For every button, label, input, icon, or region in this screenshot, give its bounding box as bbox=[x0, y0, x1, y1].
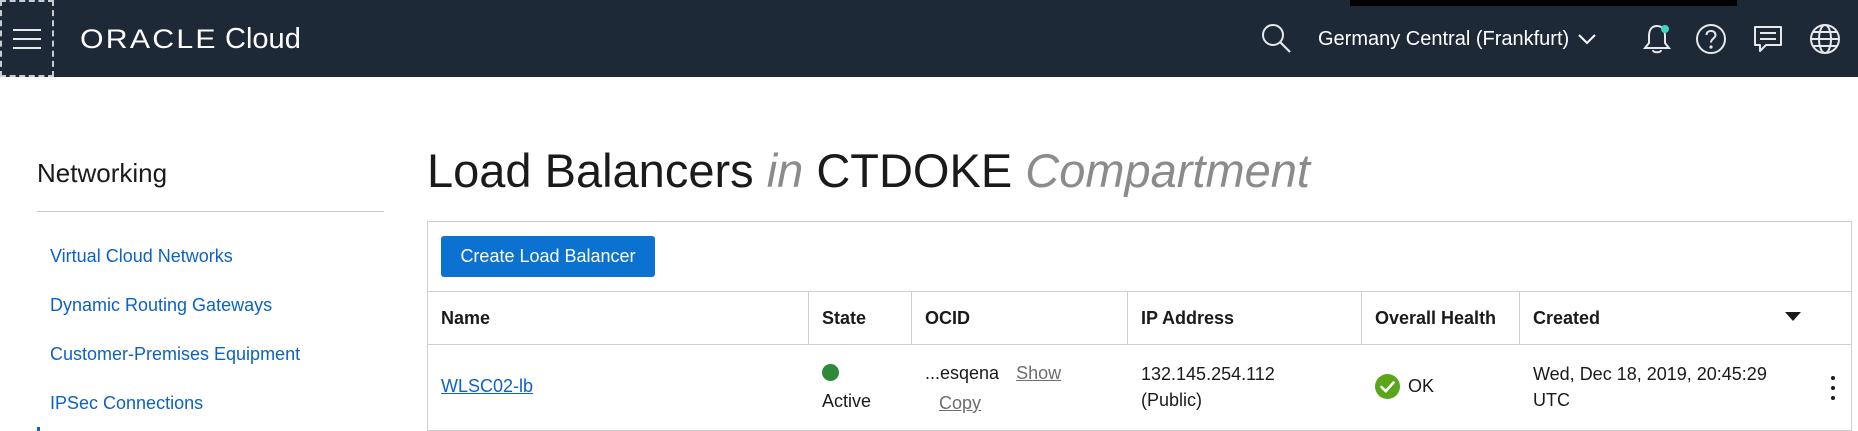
table-header: Name State OCID IP Address Overall Healt… bbox=[428, 291, 1852, 345]
page-title-resource: Load Balancers bbox=[427, 144, 754, 197]
state-cell: Active bbox=[822, 362, 871, 414]
state-active-icon bbox=[822, 364, 839, 381]
sidebar-item-customer-premises-equipment[interactable]: Customer-Premises Equipment bbox=[50, 344, 300, 365]
page-title-compartment-word: Compartment bbox=[1025, 144, 1310, 197]
overall-health-cell: OK bbox=[1375, 373, 1434, 399]
column-header-overall-health[interactable]: Overall Health bbox=[1361, 292, 1519, 344]
created-date: Wed, Dec 18, 2019, 20:45:29 bbox=[1533, 364, 1767, 384]
ocid-value: ...esqena bbox=[925, 363, 1000, 383]
help-icon bbox=[1696, 24, 1726, 54]
feedback-button[interactable] bbox=[1749, 20, 1787, 58]
help-button[interactable] bbox=[1692, 20, 1730, 58]
create-load-balancer-button[interactable]: Create Load Balancer bbox=[441, 236, 655, 277]
search-button[interactable] bbox=[1258, 20, 1294, 56]
created-timezone: UTC bbox=[1533, 390, 1570, 410]
ocid-cell: ...esqena Show Copy bbox=[925, 360, 1061, 416]
sidebar-item-dynamic-routing-gateways[interactable]: Dynamic Routing Gateways bbox=[50, 295, 272, 316]
row-actions-menu-icon[interactable] bbox=[1826, 376, 1840, 400]
state-label: Active bbox=[822, 391, 872, 411]
sidebar-divider bbox=[37, 211, 384, 212]
page-title: Load Balancers in CTDOKE Compartment bbox=[427, 143, 1310, 198]
sort-caret-icon[interactable] bbox=[1785, 312, 1801, 321]
check-circle-icon bbox=[1375, 373, 1400, 399]
column-header-name[interactable]: Name bbox=[428, 292, 808, 344]
column-header-created[interactable]: Created bbox=[1519, 292, 1852, 344]
menu-button[interactable] bbox=[0, 0, 54, 77]
page-title-in: in bbox=[766, 144, 804, 197]
table-row: WLSC02-lb Active ...esqena Show Copy 132… bbox=[428, 345, 1852, 431]
oracle-cloud-logo[interactable]: ORACLE Cloud bbox=[80, 22, 301, 56]
search-icon bbox=[1262, 24, 1291, 53]
ocid-show-link[interactable]: Show bbox=[1016, 363, 1061, 383]
chat-icon bbox=[1754, 26, 1782, 52]
sidebar-item-virtual-cloud-networks[interactable]: Virtual Cloud Networks bbox=[50, 246, 233, 267]
region-selector[interactable]: Germany Central (Frankfurt) bbox=[1318, 25, 1597, 53]
brand-oracle-text: ORACLE bbox=[80, 23, 218, 54]
health-label: OK bbox=[1408, 376, 1435, 396]
created-cell: Wed, Dec 18, 2019, 20:45:29 UTC bbox=[1533, 361, 1767, 413]
ip-address-value: 132.145.254.112 bbox=[1141, 364, 1275, 384]
bell-icon bbox=[1642, 24, 1672, 54]
page-title-compartment-name: CTDOKE bbox=[816, 144, 1013, 197]
notification-dot bbox=[1661, 25, 1669, 33]
sidebar-item-ipsec-connections[interactable]: IPSec Connections bbox=[50, 393, 203, 414]
ip-address-type: (Public) bbox=[1141, 390, 1203, 410]
column-header-state[interactable]: State bbox=[808, 292, 911, 344]
top-navigation-bar: ORACLE Cloud Germany Central (Frankfurt) bbox=[0, 0, 1858, 77]
language-button[interactable] bbox=[1806, 20, 1844, 58]
menu-icon bbox=[13, 28, 41, 49]
globe-icon bbox=[1810, 24, 1840, 54]
column-header-ip-address[interactable]: IP Address bbox=[1127, 292, 1361, 344]
top-edge-tab bbox=[1350, 0, 1737, 6]
sidebar-active-indicator bbox=[37, 427, 40, 431]
notifications-button[interactable] bbox=[1638, 20, 1676, 58]
brand-cloud-text: Cloud bbox=[225, 22, 301, 55]
load-balancer-name-link[interactable]: WLSC02-lb bbox=[441, 373, 533, 399]
ip-address-cell: 132.145.254.112 (Public) bbox=[1141, 361, 1275, 413]
sidebar-title: Networking bbox=[37, 158, 168, 188]
chevron-down-icon bbox=[1577, 32, 1597, 46]
region-label: Germany Central (Frankfurt) bbox=[1318, 27, 1570, 50]
column-header-ocid[interactable]: OCID bbox=[911, 292, 1127, 344]
ocid-copy-link[interactable]: Copy bbox=[939, 393, 981, 413]
